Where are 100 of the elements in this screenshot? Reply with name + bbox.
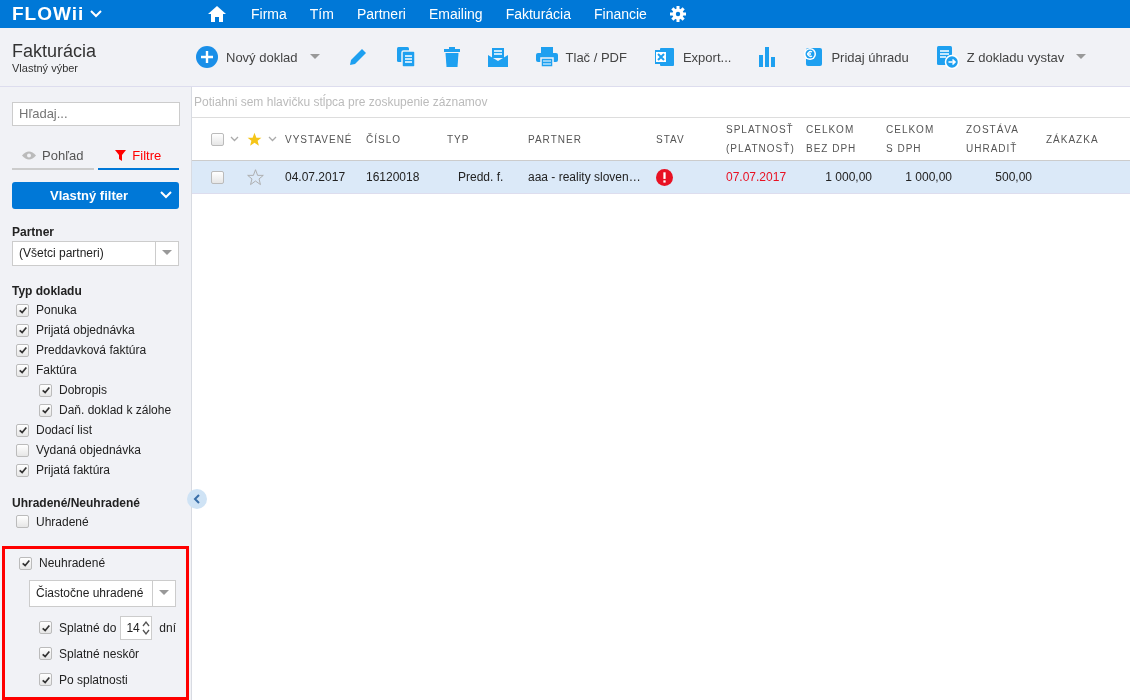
settings-icon[interactable] <box>669 6 686 22</box>
checkbox[interactable] <box>39 647 52 661</box>
spreadsheet-icon <box>654 47 675 67</box>
checkbox-label: Ponuka <box>36 303 77 318</box>
caret-icon <box>159 590 169 597</box>
checkbox-label: Neuhradené <box>39 556 106 571</box>
toolbar-button[interactable]: Export... <box>654 47 732 67</box>
checkbox[interactable] <box>19 556 32 570</box>
toolbar-button[interactable] <box>443 47 460 67</box>
checkbox[interactable] <box>16 323 29 337</box>
section-title: Typ dokladu <box>12 284 83 299</box>
checkbox-label: Uhradené <box>36 515 89 529</box>
column-header[interactable]: ZÁKAZKA <box>1046 129 1117 149</box>
table-cell: Predd. f. <box>458 170 504 184</box>
checkbox-label: Vydaná objednávka <box>36 443 141 458</box>
chevron-down-icon[interactable] <box>230 136 239 142</box>
tab[interactable]: Filtre <box>97 143 179 170</box>
toolbar-button[interactable] <box>395 46 416 68</box>
chevron-down-icon <box>160 191 172 200</box>
nav-link[interactable]: Firma <box>251 6 287 22</box>
column-header[interactable]: SPLATNOSŤ (PLATNOSŤ) <box>726 120 806 158</box>
copy-icon <box>395 46 416 68</box>
checkbox-label: Faktúra <box>36 363 77 378</box>
column-header[interactable]: CELKOM S DPH <box>886 120 966 158</box>
checkbox[interactable] <box>16 303 29 317</box>
checkbox[interactable] <box>211 132 224 146</box>
table-cell: 04.07.2017 <box>285 170 346 184</box>
checkbox-label: Po splatnosti <box>59 672 128 687</box>
toolbar-button[interactable]: Tlač / PDF <box>535 47 627 67</box>
checkbox[interactable] <box>39 383 52 397</box>
home-icon[interactable] <box>208 6 226 22</box>
payment-state-select[interactable]: Čiastočne uhradené <box>29 579 176 607</box>
caret-icon <box>1076 54 1087 60</box>
checkbox-label: Splatné neskôr <box>59 646 140 661</box>
toolbar-button[interactable]: Pridaj úhradu <box>803 47 909 67</box>
checkbox[interactable] <box>39 673 52 687</box>
column-header[interactable]: ČÍSLO <box>366 129 447 149</box>
checkbox[interactable] <box>16 463 29 477</box>
checkbox[interactable] <box>39 621 52 635</box>
nav-link[interactable]: Emailing <box>428 6 483 22</box>
collapse-button[interactable] <box>187 489 207 509</box>
eye-icon <box>22 150 37 160</box>
printer-icon <box>535 47 558 67</box>
column-header[interactable]: STAV <box>656 129 726 149</box>
section-title: Uhradené/Neuhradené <box>12 496 142 510</box>
caret-icon <box>309 54 320 60</box>
document-arrow-icon <box>936 45 959 69</box>
checkbox[interactable] <box>39 403 52 417</box>
table-cell: 500,00 <box>995 170 1032 184</box>
star-icon[interactable] <box>247 131 262 147</box>
nav-link[interactable]: Fakturácia <box>505 6 571 22</box>
checkbox-label: Prijatá faktúra <box>36 463 111 477</box>
logo[interactable]: FLOWii <box>12 3 85 25</box>
checkbox-label: Dodací list <box>36 423 93 438</box>
table-cell: 07.07.2017 <box>726 170 787 184</box>
toolbar-button[interactable] <box>487 47 508 67</box>
checkbox[interactable] <box>16 423 29 437</box>
section-title: Partner <box>12 224 56 239</box>
search-field[interactable]: Hľadaj... <box>12 102 180 126</box>
column-header[interactable]: PARTNER <box>528 129 656 149</box>
page-title: Fakturácia <box>12 40 98 62</box>
custom-filter-button[interactable]: Vlastný filter <box>12 181 179 209</box>
table-cell: aaa - reality sloven… <box>528 170 641 184</box>
table-cell: 1 000,00 <box>825 170 872 184</box>
table-cell: 1 000,00 <box>905 170 952 184</box>
toolbar-button[interactable]: Nový doklad <box>196 46 320 68</box>
table-row[interactable]: 04.07.2017 16120018 Predd. f. aaa - reality sloven… 07.07.2017 1 000,00 1 000,00 500,00 <box>192 161 1130 194</box>
number-spinner[interactable]: 14 <box>120 615 153 640</box>
toolbar-button[interactable] <box>759 47 776 67</box>
checkbox[interactable] <box>16 515 29 529</box>
column-header[interactable]: TYP <box>447 129 528 149</box>
toolbar-button[interactable] <box>347 47 368 67</box>
unit-label: dní <box>159 620 176 635</box>
nav-link[interactable]: Partneri <box>356 6 406 22</box>
bar-chart-icon <box>759 47 776 67</box>
table-cell: 16120018 <box>366 170 420 184</box>
nav-link[interactable]: Tím <box>309 6 334 22</box>
toolbar-button[interactable]: Z dokladu vystav <box>936 45 1087 69</box>
column-header[interactable]: CELKOM BEZ DPH <box>806 120 886 158</box>
checkbox[interactable] <box>16 343 29 357</box>
plus-circle-icon <box>196 46 218 68</box>
tab[interactable]: Pohľad <box>12 143 94 170</box>
caret-icon <box>162 250 172 257</box>
checkbox-label: Splatné do <box>59 620 117 635</box>
checkbox[interactable] <box>16 443 29 457</box>
euro-document-icon <box>803 47 824 67</box>
nav-link[interactable]: Financie <box>594 6 647 22</box>
checkbox-label: Daň. doklad k zálohe <box>59 403 172 418</box>
column-header[interactable]: ZOSTÁVA UHRADIŤ <box>966 120 1046 158</box>
chevron-down-icon[interactable] <box>268 136 277 142</box>
page-subtitle: Vlastný výber <box>12 61 80 74</box>
group-by-hint: Potiahni sem hlavičku stĺpca pre zoskupenie záznamov <box>192 87 1130 118</box>
checkbox-label: Dobropis <box>59 383 108 398</box>
chevron-left-icon <box>193 494 201 504</box>
star-icon[interactable] <box>247 168 264 186</box>
partner-select[interactable]: (Všetci partneri) <box>12 240 179 267</box>
checkbox-label: Preddavková faktúra <box>36 343 147 358</box>
checkbox[interactable] <box>16 363 29 377</box>
column-header[interactable]: VYSTAVENÉ <box>285 129 366 149</box>
checkbox[interactable] <box>211 170 224 184</box>
